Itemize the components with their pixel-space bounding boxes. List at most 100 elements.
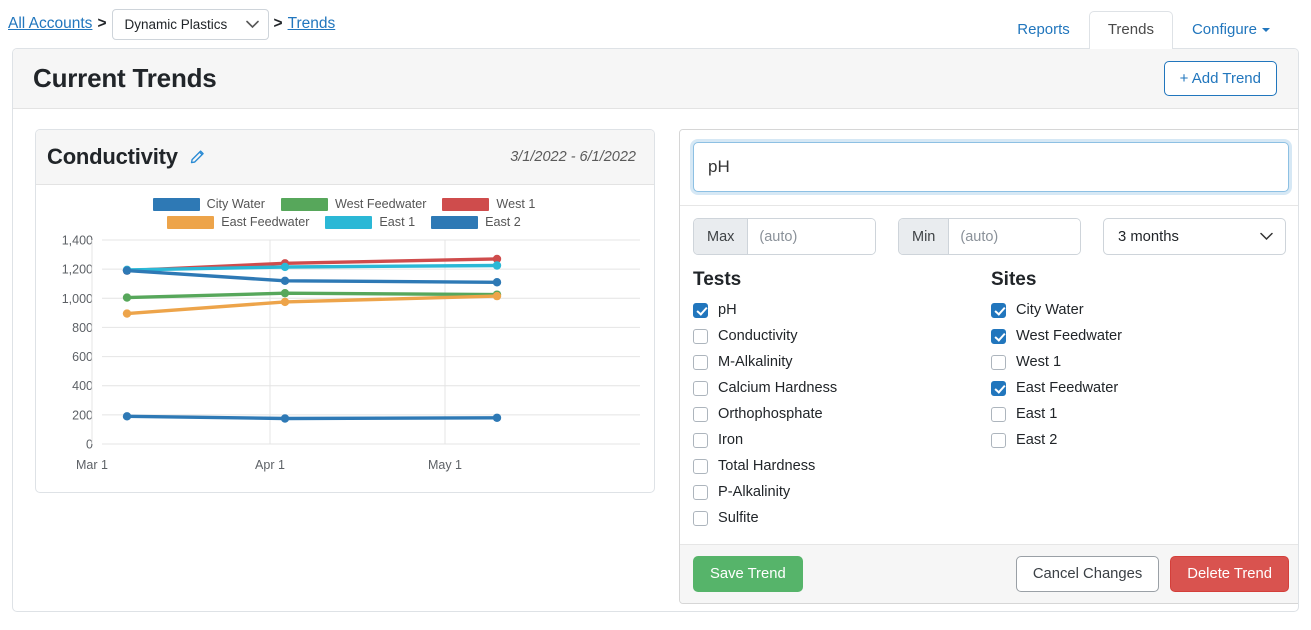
series-point[interactable] (492, 413, 502, 422)
breadcrumb-trends[interactable]: Trends (288, 15, 336, 33)
site-label: East 1 (1016, 406, 1058, 422)
series-point[interactable] (280, 297, 290, 307)
max-input-group: Max (693, 218, 876, 255)
y-axis-tick-label: 1,400 (62, 234, 93, 248)
site-checkbox[interactable] (991, 432, 1006, 448)
tests-checkbox-list: pH Conductivity M-Alkalinity Calcium Hardne… (693, 297, 991, 531)
y-axis-tick-label: 1,200 (62, 263, 93, 277)
test-label: Iron (718, 432, 744, 448)
test-label: Conductivity (718, 328, 798, 344)
editor-footer: Save Trend Cancel Changes Delete Trend (680, 544, 1298, 603)
axis-range-controls: Max Min 3 months (693, 218, 1289, 255)
series-point[interactable] (280, 414, 290, 423)
max-input[interactable] (748, 219, 875, 254)
legend-swatch-east-feedwater (167, 215, 215, 229)
legend-swatch-east-1 (325, 215, 373, 229)
main-nav-tabs: Reports Trends Configure (998, 0, 1289, 49)
min-input[interactable] (949, 219, 1080, 254)
line-chart-plot: 0 200 400 600 800 1,000 1,200 1,400 Mar 1 Apr 1 Ma… (42, 232, 646, 482)
test-item[interactable]: Sulfite (693, 505, 991, 531)
test-item[interactable]: M-Alkalinity (693, 349, 991, 375)
series-point[interactable] (122, 293, 132, 302)
series-point[interactable] (122, 266, 132, 275)
page-header: Current Trends + Add Trend (13, 49, 1298, 109)
series-point[interactable] (280, 288, 290, 298)
series-point[interactable] (122, 309, 132, 318)
site-item[interactable]: West Feedwater (991, 323, 1289, 349)
trend-name-input[interactable] (693, 142, 1289, 192)
tab-trends-label: Trends (1107, 21, 1154, 38)
delete-trend-button[interactable]: Delete Trend (1170, 556, 1289, 592)
site-item[interactable]: East 1 (991, 401, 1289, 427)
series-point[interactable] (122, 412, 132, 421)
legend-item-west-1[interactable]: West 1 (442, 197, 535, 211)
breadcrumb-all-accounts[interactable]: All Accounts (8, 15, 92, 33)
sites-checkbox-list: City Water West Feedwater West 1 East Feedw… (991, 297, 1289, 453)
site-item[interactable]: East Feedwater (991, 375, 1289, 401)
series-point[interactable] (492, 291, 502, 301)
tab-reports-label: Reports (1017, 21, 1070, 38)
series-point[interactable] (492, 278, 502, 287)
test-item[interactable]: Total Hardness (693, 453, 991, 479)
series-point[interactable] (280, 262, 290, 272)
account-selector-dropdown[interactable]: Dynamic Plastics (111, 8, 269, 40)
test-checkbox[interactable] (693, 510, 708, 526)
tests-column: Tests pH Conductivity M-Alkalinity Calcium … (693, 269, 991, 531)
x-axis-tick-label: May 1 (428, 458, 462, 472)
test-label: P-Alkalinity (718, 484, 791, 500)
site-checkbox[interactable] (991, 302, 1006, 318)
legend-item-east-2[interactable]: East 2 (431, 215, 521, 229)
trend-card-header: Conductivity 3/1/2022 - 6/1/2022 (36, 130, 654, 185)
site-checkbox[interactable] (991, 328, 1006, 344)
legend-item-east-1[interactable]: East 1 (325, 215, 415, 229)
legend-item-east-feedwater[interactable]: East Feedwater (167, 215, 309, 229)
legend-item-city-water[interactable]: City Water (152, 197, 265, 211)
test-item[interactable]: P-Alkalinity (693, 479, 991, 505)
test-checkbox[interactable] (693, 354, 708, 370)
test-checkbox[interactable] (693, 458, 708, 474)
test-item[interactable]: Conductivity (693, 323, 991, 349)
test-item[interactable]: Orthophosphate (693, 401, 991, 427)
site-checkbox[interactable] (991, 354, 1006, 370)
cancel-changes-button[interactable]: Cancel Changes (1015, 556, 1160, 592)
legend-label-east-1: East 1 (379, 215, 416, 229)
save-trend-button[interactable]: Save Trend (693, 556, 803, 592)
breadcrumb-separator-1: > (97, 15, 107, 32)
legend-label-east-2: East 2 (485, 215, 521, 229)
account-selector-value: Dynamic Plastics (124, 16, 228, 32)
series-point[interactable] (280, 276, 290, 285)
site-item[interactable]: West 1 (991, 349, 1289, 375)
test-checkbox[interactable] (693, 406, 708, 422)
test-item[interactable]: Calcium Hardness (693, 375, 991, 401)
trend-date-range: 3/1/2022 - 6/1/2022 (510, 149, 636, 165)
test-item[interactable]: Iron (693, 427, 991, 453)
test-checkbox[interactable] (693, 484, 708, 500)
test-checkbox[interactable] (693, 302, 708, 318)
series-point[interactable] (492, 261, 502, 270)
add-trend-button[interactable]: + Add Trend (1163, 61, 1277, 96)
site-item[interactable]: East 2 (991, 427, 1289, 453)
time-range-value: 3 months (1118, 228, 1179, 245)
site-item[interactable]: City Water (991, 297, 1289, 323)
breadcrumb-separator-2: > (273, 15, 283, 32)
legend-label-city-water: City Water (206, 197, 265, 211)
min-input-group: Min (898, 218, 1081, 255)
tab-trends[interactable]: Trends (1088, 11, 1173, 49)
test-item[interactable]: pH (693, 297, 991, 323)
selection-columns: Tests pH Conductivity M-Alkalinity Calcium … (693, 269, 1289, 531)
site-checkbox[interactable] (991, 406, 1006, 422)
pencil-icon[interactable] (188, 148, 207, 167)
legend-item-west-feedwater[interactable]: West Feedwater (280, 197, 426, 211)
sites-heading: Sites (991, 269, 1037, 290)
tab-configure[interactable]: Configure (1173, 11, 1289, 49)
x-axis-tick-label: Mar 1 (76, 458, 108, 472)
test-checkbox[interactable] (693, 432, 708, 448)
test-checkbox[interactable] (693, 328, 708, 344)
time-range-select[interactable]: 3 months (1103, 218, 1286, 255)
tab-reports[interactable]: Reports (998, 11, 1089, 49)
min-label: Min (899, 219, 950, 254)
y-axis-tick-label: 600 (72, 350, 93, 364)
site-checkbox[interactable] (991, 380, 1006, 396)
editor-body: Max Min 3 months (680, 206, 1298, 531)
test-checkbox[interactable] (693, 380, 708, 396)
